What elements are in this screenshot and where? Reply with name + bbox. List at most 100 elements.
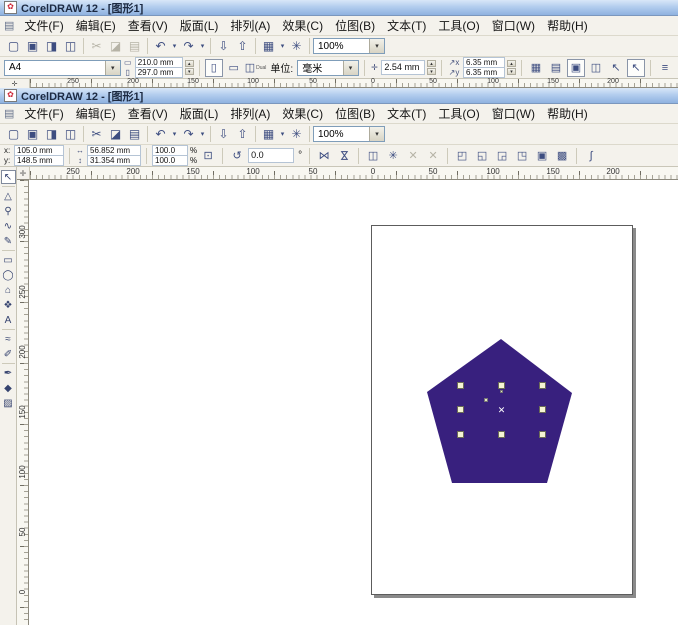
selection-handle-middle-left[interactable]: [457, 406, 464, 413]
paste-button[interactable]: ▤: [125, 37, 144, 55]
shape-tool[interactable]: △: [1, 189, 16, 203]
zoom-level-combo[interactable]: 100% ▾: [313, 38, 385, 54]
convert-to-curves-button[interactable]: ∫: [582, 147, 600, 165]
copy-button[interactable]: ◪: [106, 37, 125, 55]
rotation-angle-field[interactable]: 0.0: [248, 148, 295, 163]
trim-button[interactable]: ✕: [404, 147, 422, 165]
undo-dropdown-icon[interactable]: ▾: [170, 125, 179, 143]
basic-shapes-tool[interactable]: ❖: [1, 298, 16, 312]
redo-button[interactable]: ↷: [179, 37, 198, 55]
selection-handle-middle-right[interactable]: [539, 406, 546, 413]
units-dropdown-icon[interactable]: ▾: [342, 60, 358, 75]
selection-handle-bottom-right[interactable]: [539, 431, 546, 438]
smart-drawing-tool[interactable]: ✎: [1, 234, 16, 248]
nudge-offset-field[interactable]: 2.54 mm: [381, 60, 425, 75]
behind-button[interactable]: ▩: [553, 147, 571, 165]
units-combo[interactable]: 毫米 ▾: [297, 59, 359, 76]
nonproportional-scale-lock-button[interactable]: ⊡: [199, 147, 217, 165]
menu-text[interactable]: 文本(T): [381, 16, 432, 35]
paper-size-spinner[interactable]: ▴ ▾: [184, 60, 194, 75]
landscape-button[interactable]: ▭: [225, 59, 243, 77]
combine-button[interactable]: ◫: [364, 147, 382, 165]
open-button[interactable]: ▣: [23, 125, 42, 143]
rectangle-tool[interactable]: ▭: [1, 253, 16, 267]
menu-bitmaps[interactable]: 位图(B): [329, 16, 381, 35]
drawing-canvas[interactable]: ✕: [29, 180, 678, 625]
treat-as-filled-button[interactable]: ↖: [607, 59, 625, 77]
duplicate-spinner[interactable]: ▴ ▾: [507, 60, 516, 75]
object-node-marker[interactable]: [484, 398, 488, 402]
menu-window[interactable]: 窗口(W): [486, 104, 541, 123]
print-button[interactable]: ◫: [61, 37, 80, 55]
inner-title-bar[interactable]: ✿ CorelDRAW 12 - [图形1]: [0, 88, 678, 104]
zoom-level-combo[interactable]: 100% ▾: [313, 126, 385, 142]
menu-layout[interactable]: 版面(L): [174, 104, 225, 123]
open-button[interactable]: ▣: [23, 37, 42, 55]
back-one-button[interactable]: ◳: [513, 147, 531, 165]
redo-button[interactable]: ↷: [179, 125, 198, 143]
interactive-fill-tool[interactable]: ▨: [1, 396, 16, 410]
zoom-dropdown-icon[interactable]: ▾: [369, 127, 384, 141]
ruler-origin-icon[interactable]: ✛: [17, 167, 30, 180]
cut-button[interactable]: ✂: [87, 125, 106, 143]
zoom-tool[interactable]: ⚲: [1, 204, 16, 218]
child-document-icon[interactable]: ▤: [3, 19, 18, 32]
object-node-marker[interactable]: [500, 390, 503, 393]
new-button[interactable]: ▢: [4, 37, 23, 55]
menu-tools[interactable]: 工具(O): [432, 16, 485, 35]
undo-button[interactable]: ↶: [151, 125, 170, 143]
dynamic-guides-button[interactable]: ◫: [587, 59, 605, 77]
selection-handle-top-center[interactable]: [498, 382, 505, 389]
in-front-of-button[interactable]: ▣: [533, 147, 551, 165]
intersect-button[interactable]: ✕: [424, 147, 442, 165]
save-button[interactable]: ◨: [42, 37, 61, 55]
menu-view[interactable]: 查看(V): [122, 104, 174, 123]
paste-button[interactable]: ▤: [125, 125, 144, 143]
menu-file[interactable]: 文件(F): [18, 16, 69, 35]
duplicate-y-field[interactable]: 6.35 mm: [463, 67, 505, 78]
menu-tools[interactable]: 工具(O): [432, 104, 485, 123]
selection-handle-bottom-left[interactable]: [457, 431, 464, 438]
paper-type-combo[interactable]: A4 ▾: [4, 59, 121, 76]
menu-arrange[interactable]: 排列(A): [224, 104, 276, 123]
undo-dropdown-icon[interactable]: ▾: [170, 37, 179, 55]
outer-title-bar[interactable]: ✿ CorelDRAW 12 - [图形1]: [0, 0, 678, 16]
undo-button[interactable]: ↶: [151, 37, 170, 55]
menu-text[interactable]: 文本(T): [381, 104, 432, 123]
y-position-field[interactable]: 148.5 mm: [14, 155, 64, 166]
scale-y-field[interactable]: 100.0: [152, 155, 188, 166]
launcher-dropdown-icon[interactable]: ▾: [278, 125, 287, 143]
corel-online-button[interactable]: ✳: [287, 37, 306, 55]
menu-effects[interactable]: 效果(C): [276, 16, 329, 35]
print-button[interactable]: ◫: [61, 125, 80, 143]
mirror-vertical-button[interactable]: ⋈: [335, 147, 353, 165]
export-button[interactable]: ⇧: [233, 125, 252, 143]
text-tool[interactable]: A: [1, 313, 16, 327]
portrait-button[interactable]: ▯: [204, 58, 223, 77]
snap-to-guidelines-button[interactable]: ▤: [547, 59, 565, 77]
new-button[interactable]: ▢: [4, 125, 23, 143]
menu-effects[interactable]: 效果(C): [276, 104, 329, 123]
menu-layout[interactable]: 版面(L): [174, 16, 225, 35]
horizontal-ruler[interactable]: 250 200 150 100 50 0 50 100 150 200: [30, 167, 678, 180]
menu-arrange[interactable]: 排列(A): [224, 16, 276, 35]
child-document-icon[interactable]: ▤: [3, 107, 18, 120]
paper-type-dropdown-icon[interactable]: ▾: [104, 60, 120, 75]
menu-view[interactable]: 查看(V): [122, 16, 174, 35]
snap-to-grid-button[interactable]: ▦: [527, 59, 545, 77]
launcher-dropdown-icon[interactable]: ▾: [278, 37, 287, 55]
export-button[interactable]: ⇧: [233, 37, 252, 55]
freehand-tool[interactable]: ∿: [1, 219, 16, 233]
polygon-tool[interactable]: ⌂: [1, 283, 16, 297]
menu-help[interactable]: 帮助(H): [541, 16, 594, 35]
menu-edit[interactable]: 编辑(E): [70, 104, 122, 123]
corel-online-button[interactable]: ✳: [287, 125, 306, 143]
menu-file[interactable]: 文件(F): [18, 104, 69, 123]
zoom-dropdown-icon[interactable]: ▾: [369, 39, 384, 53]
application-launcher-button[interactable]: ▦: [259, 125, 278, 143]
snap-to-objects-button[interactable]: ▣: [567, 58, 585, 77]
dual-pages-button[interactable]: ◫ Dual: [245, 59, 267, 77]
object-height-field[interactable]: 31.354 mm: [87, 155, 141, 166]
eyedropper-tool[interactable]: ✐: [1, 347, 16, 361]
redo-dropdown-icon[interactable]: ▾: [198, 37, 207, 55]
